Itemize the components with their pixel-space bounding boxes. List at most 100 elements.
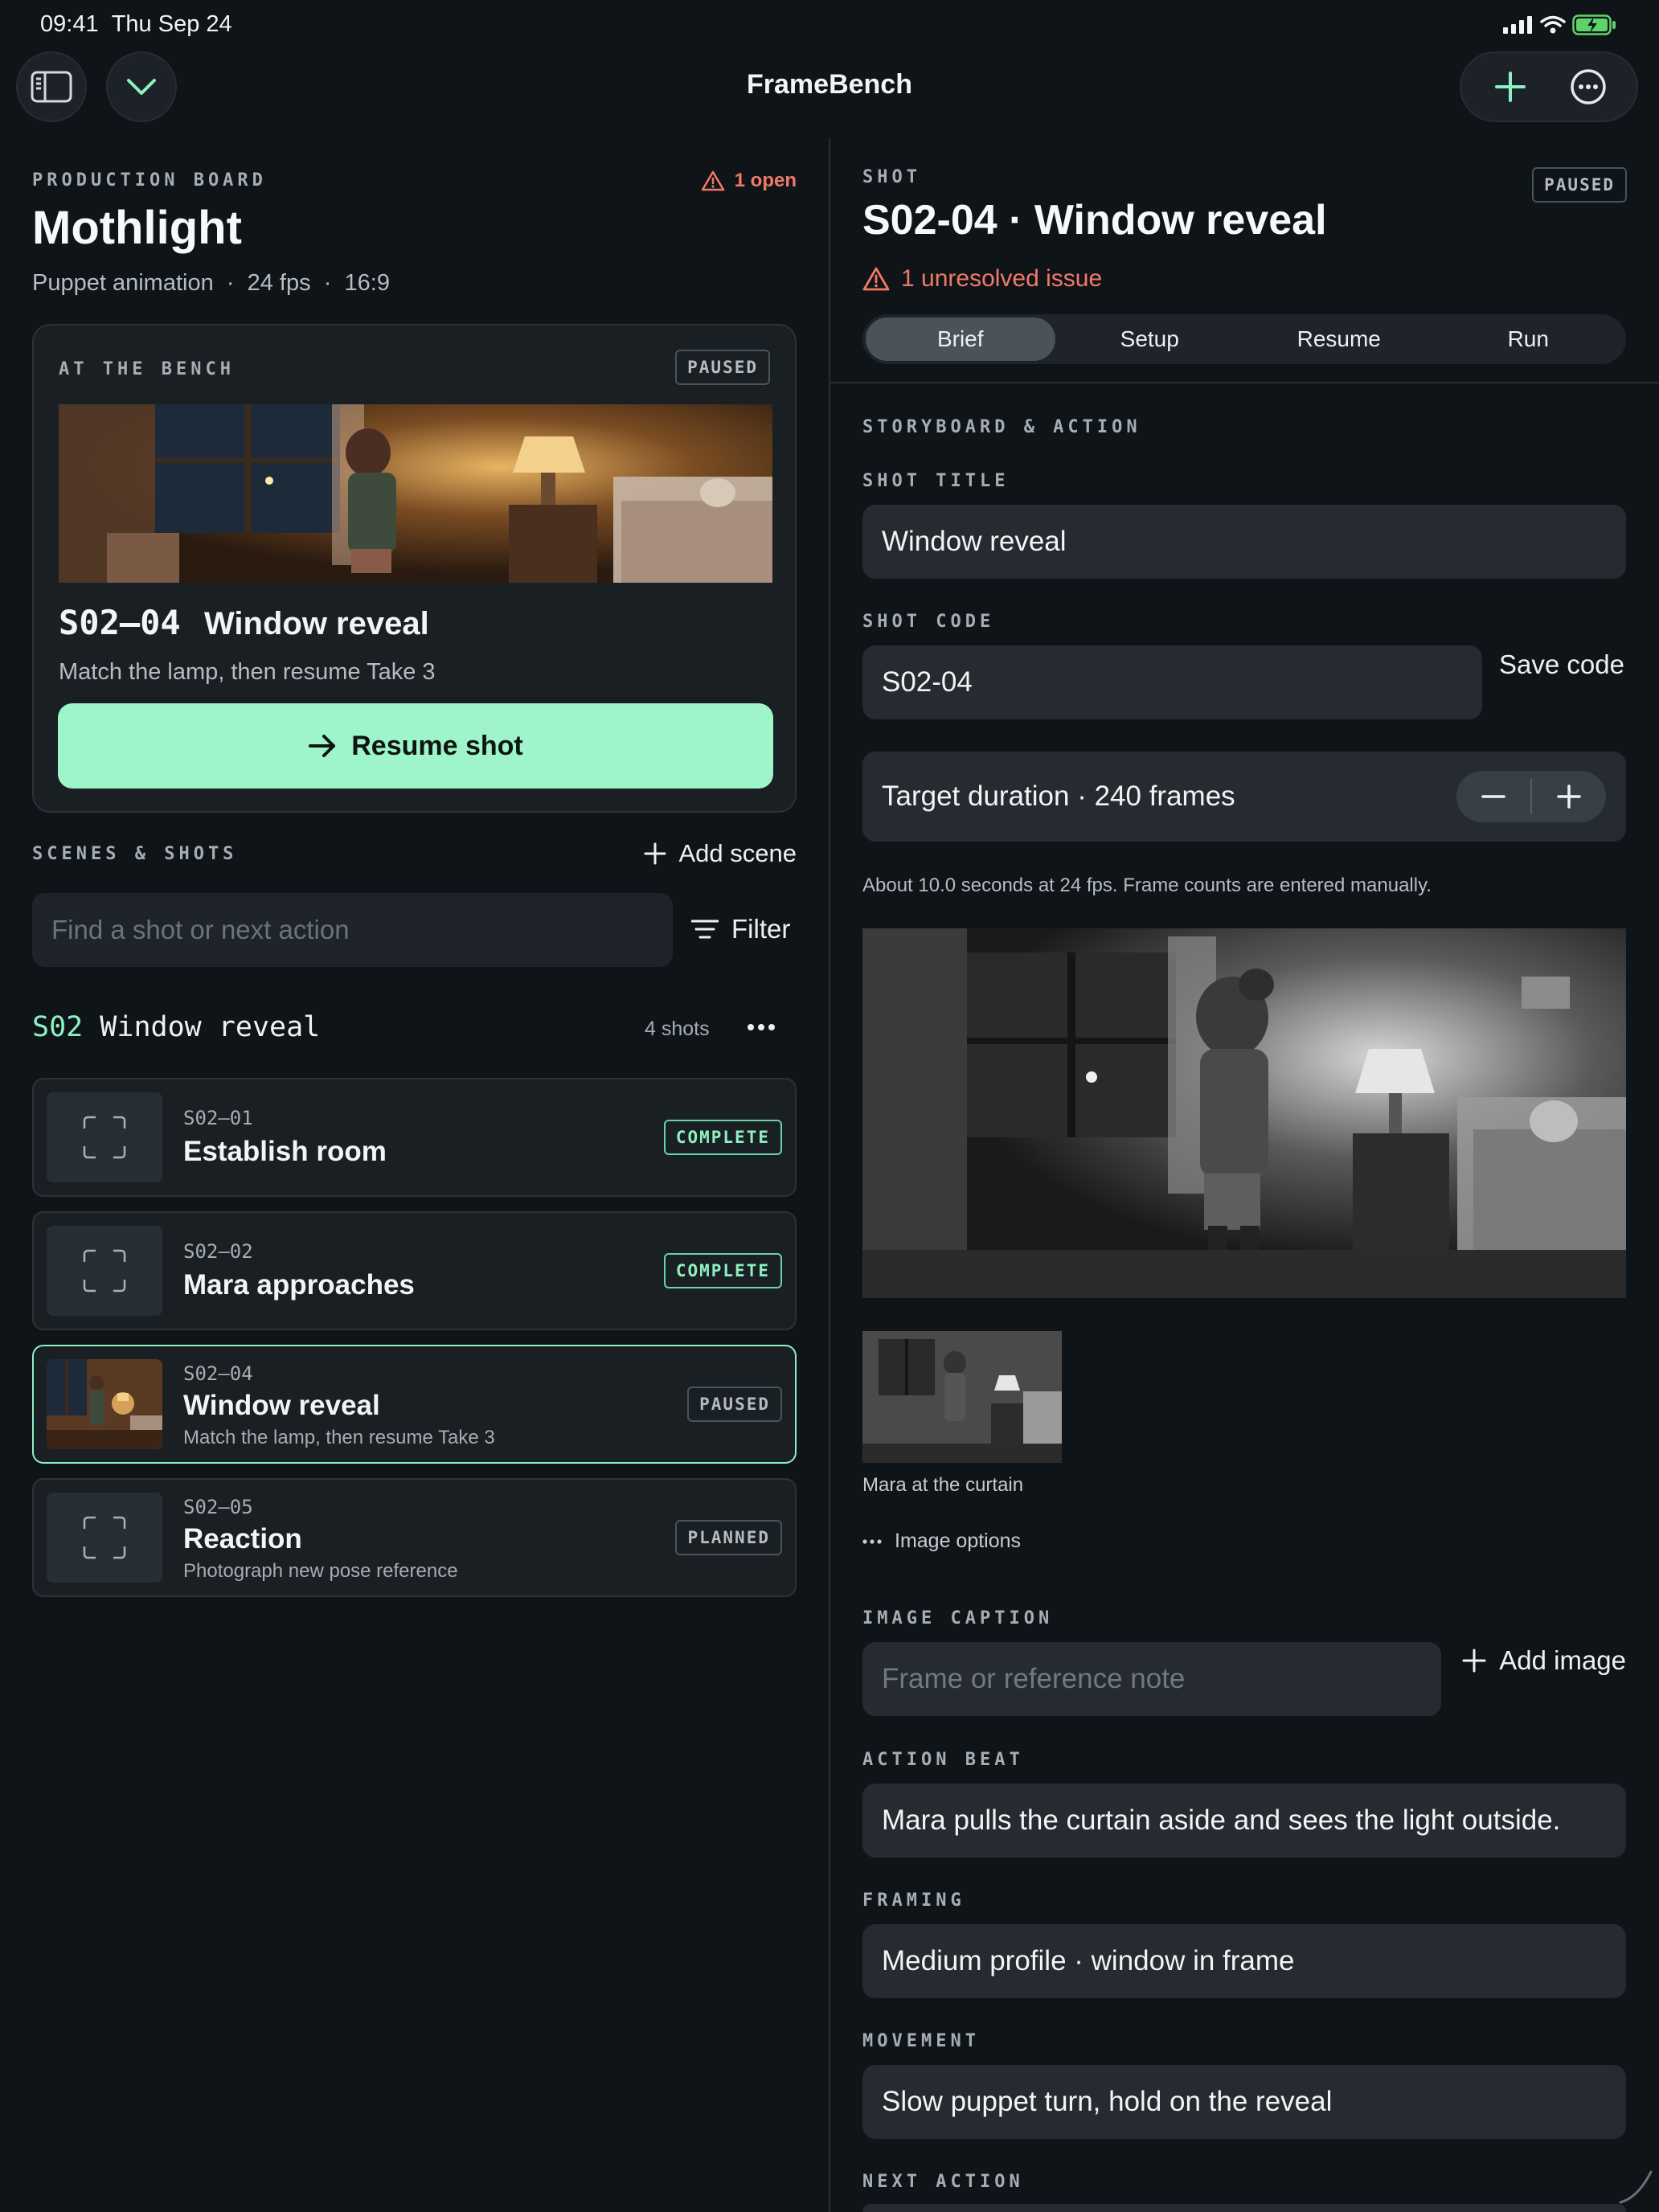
add-image-button[interactable]: Add image — [1462, 1645, 1626, 1676]
status-badge: COMPLETE — [663, 1120, 782, 1155]
movement-label: MOVEMENT — [862, 2031, 980, 2051]
thumbnail-caption: Mara at the curtain — [862, 1474, 1024, 1496]
section-heading: STORYBOARD & ACTION — [862, 417, 1141, 437]
add-button[interactable] — [1481, 58, 1539, 116]
tab-setup[interactable]: Setup — [1055, 317, 1245, 361]
target-duration-value: Target duration · 240 frames — [882, 780, 1235, 812]
bench-shot-code: S02–04 — [59, 603, 181, 642]
at-the-bench-card: AT THE BENCH PAUSED S02–04 Window reveal… — [32, 324, 797, 813]
framing-label: FRAMING — [862, 1890, 965, 1911]
movement-field[interactable] — [862, 2065, 1626, 2139]
shot-detail-title: S02-04 · Window reveal — [862, 197, 1327, 244]
duration-stepper[interactable] — [1456, 771, 1606, 822]
image-caption-input[interactable] — [882, 1663, 1422, 1695]
bench-shot-name: Window reveal — [204, 606, 429, 641]
status-time: 09:41 Thu Sep 24 — [40, 11, 232, 37]
shot-code: S02–04 — [183, 1362, 253, 1385]
scene-shot-count: 4 shots — [645, 1018, 710, 1040]
framing-field[interactable] — [862, 1924, 1626, 1998]
pane-divider — [829, 138, 830, 2212]
shot-thumbnail-placeholder — [47, 1092, 162, 1182]
arrow-right-icon — [309, 735, 336, 757]
header-divider — [830, 382, 1659, 383]
shot-code-label: SHOT CODE — [862, 612, 995, 632]
resume-shot-button[interactable]: Resume shot — [58, 703, 773, 789]
filter-icon — [691, 920, 719, 939]
shot-code-input[interactable] — [882, 666, 1463, 698]
shot-next-action: Match the lamp, then resume Take 3 — [183, 1427, 495, 1448]
board-eyebrow: PRODUCTION BOARD — [32, 170, 267, 190]
ellipsis-icon — [748, 1024, 775, 1030]
tab-brief[interactable]: Brief — [866, 317, 1055, 361]
shot-row[interactable]: S02–02 Mara approaches COMPLETE — [32, 1211, 797, 1330]
shot-name: Window reveal — [183, 1390, 380, 1421]
bench-shot-image — [59, 404, 772, 583]
status-badge: PAUSED — [687, 1387, 782, 1422]
shot-title-field[interactable] — [862, 505, 1626, 579]
filter-button[interactable]: Filter — [691, 914, 790, 944]
shot-thumbnail-placeholder — [47, 1493, 162, 1583]
resize-handle-icon[interactable] — [1614, 2165, 1654, 2206]
shot-next-action: Photograph new pose reference — [183, 1560, 458, 1582]
project-meta: Puppet animation · 24 fps · 16:9 — [32, 270, 390, 296]
storyboard-image[interactable] — [862, 928, 1626, 1298]
shot-code-field[interactable] — [862, 645, 1482, 719]
wifi-icon — [1540, 15, 1566, 34]
resume-shot-label: Resume shot — [351, 730, 523, 761]
shot-title-label: SHOT TITLE — [862, 471, 1010, 491]
shot-name: Reaction — [183, 1523, 302, 1555]
next-action-field[interactable] — [862, 2204, 1626, 2212]
bench-next-action: Match the lamp, then resume Take 3 — [59, 659, 436, 685]
action-beat-label: ACTION BEAT — [862, 1750, 1024, 1770]
search-input[interactable] — [51, 915, 653, 945]
plus-icon — [644, 842, 666, 865]
warning-icon — [862, 267, 890, 291]
unresolved-issue-link[interactable]: 1 unresolved issue — [862, 265, 1102, 293]
action-beat-input[interactable] — [882, 1804, 1607, 1837]
toolbar-actions — [1460, 51, 1638, 122]
signal-icon — [1503, 16, 1532, 34]
shot-search-field[interactable] — [32, 893, 673, 967]
increment-button[interactable] — [1532, 771, 1606, 822]
action-beat-field[interactable] — [862, 1784, 1626, 1858]
open-issues-indicator[interactable]: 1 open — [701, 170, 797, 192]
status-icons — [1503, 14, 1617, 35]
framing-input[interactable] — [882, 1945, 1607, 1977]
minus-icon — [1481, 795, 1505, 798]
detail-eyebrow: SHOT — [862, 167, 921, 187]
viewfinder-icon — [83, 1516, 126, 1559]
add-scene-button[interactable]: Add scene — [644, 839, 797, 868]
shot-row[interactable]: S02–05 Reaction Photograph new pose refe… — [32, 1478, 797, 1597]
image-options-button[interactable]: Image options — [862, 1530, 1021, 1553]
shot-title-input[interactable] — [882, 526, 1607, 558]
shot-thumbnail — [47, 1359, 162, 1449]
shot-row-selected[interactable]: S02–04 Window reveal Match the lamp, the… — [32, 1345, 797, 1464]
scene-name: Window reveal — [100, 1011, 321, 1043]
tab-resume[interactable]: Resume — [1244, 317, 1434, 361]
warning-icon — [701, 170, 724, 191]
detail-tabs: Brief Setup Resume Run — [862, 314, 1626, 364]
storyboard-thumbnail[interactable] — [862, 1331, 1062, 1463]
movement-input[interactable] — [882, 2086, 1607, 2118]
bench-eyebrow: AT THE BENCH — [59, 359, 235, 379]
image-caption-field[interactable] — [862, 1642, 1441, 1716]
plus-icon — [1557, 784, 1581, 809]
shot-row[interactable]: S02–01 Establish room COMPLETE — [32, 1078, 797, 1197]
viewfinder-icon — [83, 1116, 126, 1159]
next-action-label: NEXT ACTION — [862, 2172, 1024, 2192]
ellipsis-circle-icon — [1570, 69, 1606, 104]
viewfinder-icon — [83, 1249, 126, 1292]
status-badge: PLANNED — [675, 1520, 782, 1555]
decrement-button[interactable] — [1456, 771, 1530, 822]
shot-name: Establish room — [183, 1136, 387, 1167]
scene-code: S02 — [32, 1011, 84, 1043]
tab-run[interactable]: Run — [1434, 317, 1624, 361]
scenes-eyebrow: SCENES & SHOTS — [32, 844, 238, 864]
more-button[interactable] — [1559, 58, 1617, 116]
project-title: Mothlight — [32, 202, 242, 254]
battery-charging-icon — [1572, 14, 1616, 35]
save-code-button[interactable]: Save code — [1499, 649, 1624, 680]
scene-more-button[interactable] — [746, 1018, 776, 1041]
scene-header[interactable]: S02 Window reveal — [32, 1011, 320, 1043]
ellipsis-icon — [862, 1538, 882, 1544]
